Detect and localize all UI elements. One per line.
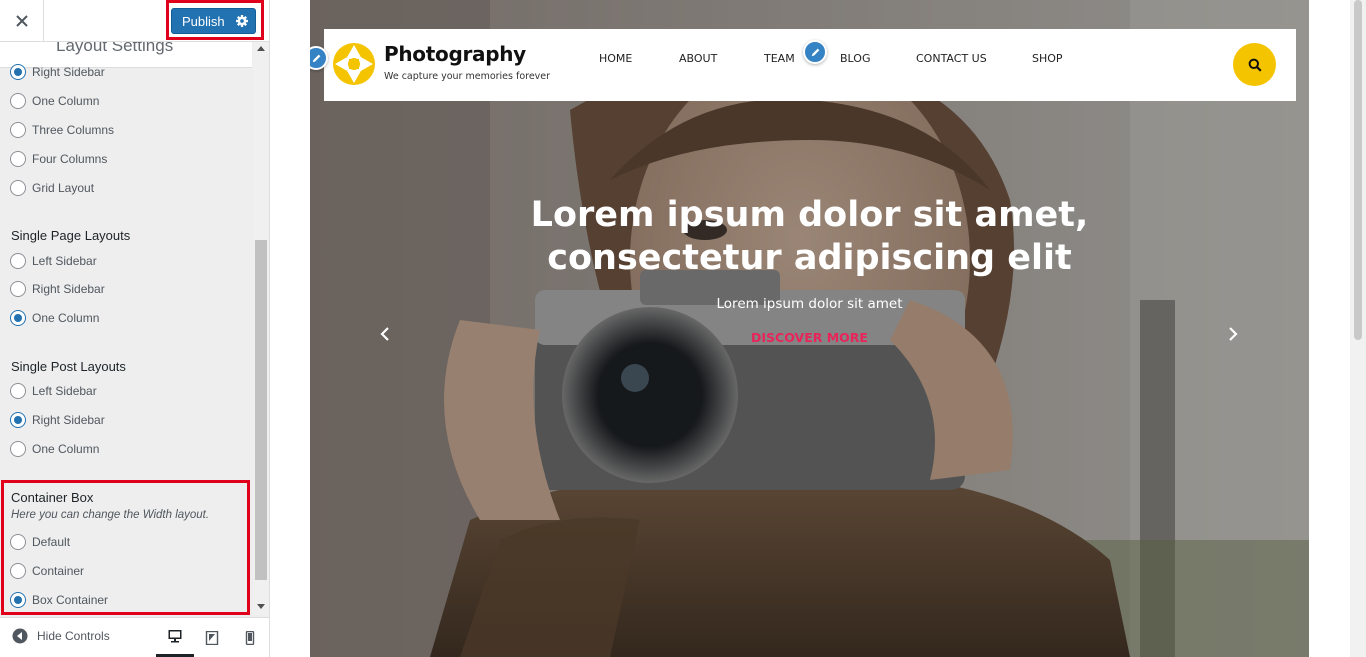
container-box-option[interactable]: Default — [10, 533, 70, 551]
radio-button[interactable] — [10, 412, 26, 428]
radio-button[interactable] — [10, 441, 26, 457]
edit-menu-shortcut[interactable] — [803, 40, 827, 64]
archive-layout-option[interactable]: Four Columns — [10, 150, 107, 168]
preview-scrollbar[interactable] — [1350, 0, 1366, 657]
pencil-icon — [811, 48, 819, 56]
close-customizer-button[interactable] — [0, 0, 44, 42]
slider-next-button[interactable] — [1221, 322, 1245, 346]
option-label: Left Sidebar — [32, 384, 97, 398]
aperture-logo-icon[interactable] — [332, 42, 376, 86]
option-label: Four Columns — [32, 152, 108, 166]
radio-button[interactable] — [10, 151, 26, 167]
radio-button[interactable] — [10, 281, 26, 297]
customizer-footer: Hide Controls — [0, 617, 269, 657]
container-box-option[interactable]: Box Container — [10, 591, 108, 609]
site-tagline: We capture your memories forever — [384, 71, 551, 82]
single-post-layouts-title: Single Post Layouts — [11, 359, 126, 374]
container-box-title: Container Box — [11, 490, 94, 505]
option-label: Container — [32, 564, 85, 578]
option-label: Default — [32, 535, 71, 549]
radio-button[interactable] — [10, 534, 26, 550]
single-post-layout-option[interactable]: Left Sidebar — [10, 382, 97, 400]
radio-button[interactable] — [10, 563, 26, 579]
sidebar-scrollbar[interactable] — [253, 42, 269, 615]
radio-button[interactable] — [10, 592, 26, 608]
publish-button[interactable]: Publish — [171, 8, 256, 34]
option-label: Right Sidebar — [32, 413, 105, 427]
discover-more-link[interactable]: DISCOVER MORE — [310, 330, 1309, 345]
radio-button[interactable] — [10, 253, 26, 269]
option-label: Grid Layout — [32, 181, 95, 195]
search-icon — [1248, 58, 1262, 72]
archive-layout-option[interactable]: Three Columns — [10, 121, 114, 139]
close-icon — [15, 15, 28, 27]
chevron-left-icon — [380, 327, 389, 341]
slide-heading-line: consectetur adipiscing elit — [547, 238, 1072, 278]
option-label: Left Sidebar — [32, 254, 97, 268]
radio-button[interactable] — [10, 122, 26, 138]
nav-home[interactable]: HOME — [599, 52, 632, 65]
radio-button[interactable] — [10, 310, 26, 326]
radio-button[interactable] — [10, 64, 26, 80]
single-post-layout-option[interactable]: Right Sidebar — [10, 411, 105, 429]
slide-heading: Lorem ipsum dolor sit amet, consectetur … — [310, 194, 1309, 280]
scroll-down-arrow[interactable] — [257, 604, 265, 609]
single-post-layout-option[interactable]: One Column — [10, 440, 99, 458]
hide-controls-button[interactable]: Hide Controls — [12, 628, 110, 644]
single-page-layout-option[interactable]: Left Sidebar — [10, 252, 97, 270]
pencil-icon — [312, 54, 320, 62]
nav-about[interactable]: ABOUT — [679, 52, 717, 65]
gear-icon[interactable] — [235, 14, 249, 28]
site-preview: Photography We capture your memories for… — [270, 0, 1366, 657]
archive-layout-option[interactable]: Right Sidebar — [10, 63, 105, 81]
slider-prev-button[interactable] — [373, 322, 397, 346]
scrollbar-thumb[interactable] — [255, 240, 267, 580]
hide-controls-label: Hide Controls — [37, 629, 110, 643]
nav-blog[interactable]: BLOG — [840, 52, 870, 65]
nav-team[interactable]: TEAM — [764, 52, 795, 65]
single-page-layout-option[interactable]: One Column — [10, 309, 99, 327]
slide-heading-line: Lorem ipsum dolor sit amet, — [530, 195, 1089, 235]
search-button[interactable] — [1233, 43, 1276, 86]
option-label: One Column — [32, 442, 100, 456]
archive-layout-option[interactable]: Grid Layout — [10, 179, 94, 197]
chevron-right-icon — [1229, 327, 1238, 341]
option-label: Right Sidebar — [32, 282, 105, 296]
nav-shop[interactable]: SHOP — [1032, 52, 1063, 65]
container-box-option[interactable]: Container — [10, 562, 84, 580]
device-desktop-button[interactable] — [156, 618, 194, 657]
site-title[interactable]: Photography — [384, 42, 526, 66]
single-page-layouts-title: Single Page Layouts — [11, 228, 131, 243]
option-label: Three Columns — [32, 123, 115, 137]
device-mobile-button[interactable] — [231, 618, 269, 657]
section-title: Layout Settings — [56, 42, 174, 55]
slide-subtitle: Lorem ipsum dolor sit amet — [716, 296, 903, 312]
single-page-layout-option[interactable]: Right Sidebar — [10, 280, 105, 298]
option-label: Box Container — [32, 593, 109, 607]
customizer-sidebar: Publish Layout Settings Right Sidebar On… — [0, 0, 270, 657]
option-label: One Column — [32, 311, 100, 325]
customizer-header: Publish — [0, 0, 269, 42]
archive-layout-option[interactable]: One Column — [10, 92, 99, 110]
tablet-icon — [205, 631, 219, 645]
scroll-up-arrow[interactable] — [257, 46, 265, 51]
radio-button[interactable] — [10, 180, 26, 196]
option-label: One Column — [32, 94, 100, 108]
collapse-arrow-icon — [12, 628, 28, 644]
radio-button[interactable] — [10, 93, 26, 109]
hero-slider: Photography We capture your memories for… — [310, 0, 1309, 657]
radio-button[interactable] — [10, 383, 26, 399]
desktop-icon — [168, 630, 182, 643]
option-label: Right Sidebar — [32, 65, 105, 79]
container-box-description: Here you can change the Width layout. — [11, 509, 210, 521]
publish-label: Publish — [182, 13, 225, 29]
mobile-icon — [245, 631, 255, 645]
scrollbar-thumb[interactable] — [1354, 0, 1362, 340]
device-tablet-button[interactable] — [193, 618, 231, 657]
nav-contact-us[interactable]: CONTACT US — [916, 52, 987, 65]
